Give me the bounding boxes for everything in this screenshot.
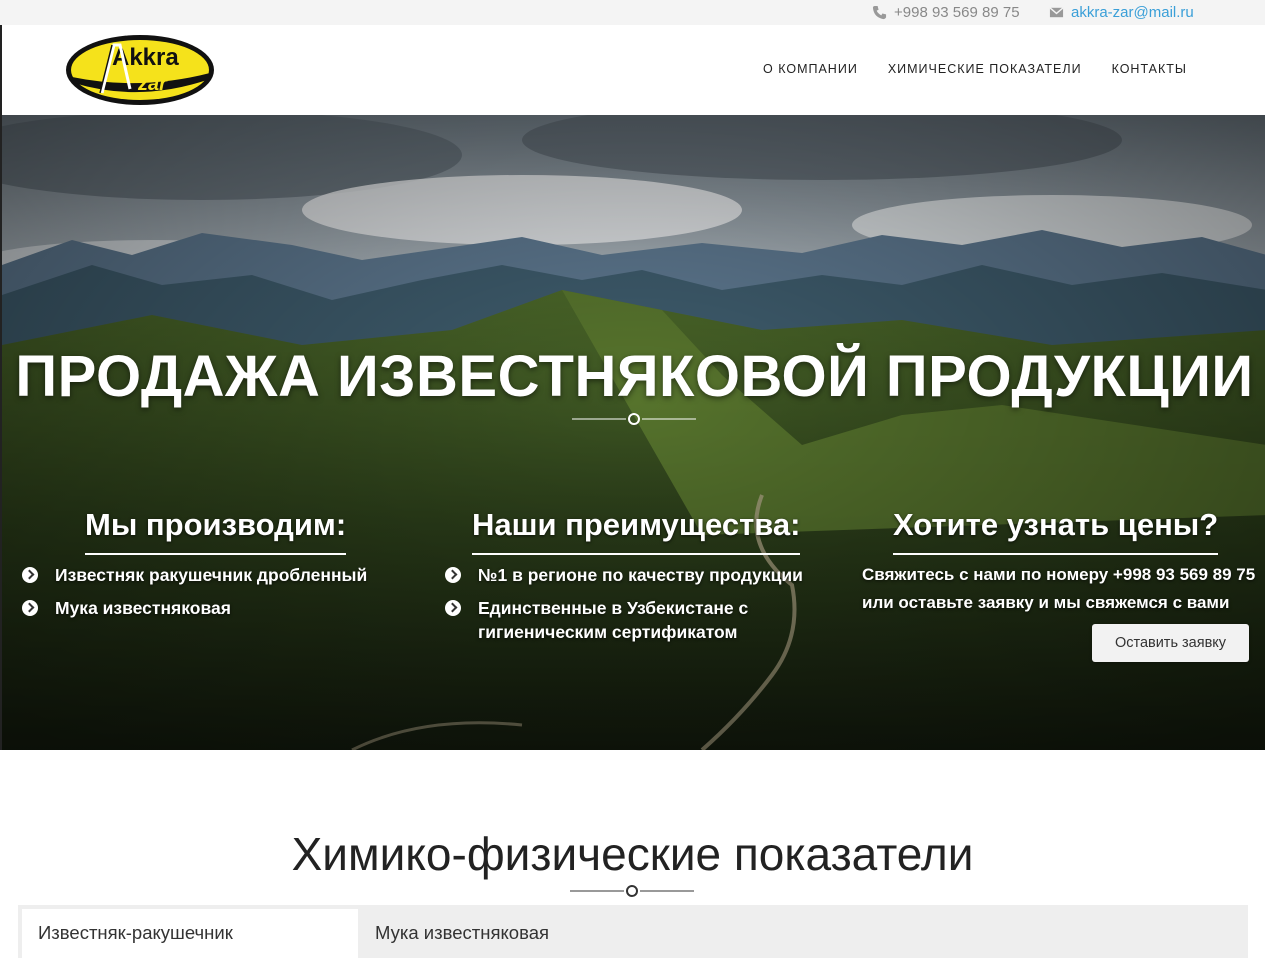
tab-limestone-flour[interactable]: Мука известняковая <box>359 909 565 958</box>
hero-banner: ПРОДАЖА ИЗВЕСТНЯКОВОЙ ПРОДУКЦИИ Мы произ… <box>0 115 1265 750</box>
produce-column: Мы производим: Известняк ракушечник дроб… <box>22 507 402 629</box>
list-item: №1 в регионе по качеству продукции <box>445 563 825 587</box>
chevron-circle-icon <box>445 600 461 616</box>
list-item: Единственные в Узбекистане с гигиеническ… <box>445 596 825 644</box>
hero-title: ПРОДАЖА ИЗВЕСТНЯКОВОЙ ПРОДУКЦИИ <box>15 344 1254 409</box>
logo[interactable]: Akkra zar <box>64 33 216 107</box>
site-header: Akkra zar О компании Химические показате… <box>0 25 1265 115</box>
section-divider <box>570 885 694 897</box>
prices-text: Свяжитесь с нами по номеру +998 93 569 8… <box>862 565 1256 612</box>
prices-heading: Хотите узнать цены? <box>893 507 1219 555</box>
advantages-heading: Наши преимущества: <box>472 507 801 555</box>
top-phone[interactable]: +998 93 569 89 75 <box>872 4 1020 21</box>
nav-chemistry[interactable]: Химические показатели <box>888 62 1082 76</box>
section-title: Химико-физические показатели <box>291 828 974 880</box>
hero-background-image <box>2 115 1265 750</box>
list-item: Известняк ракушечник дробленный <box>22 563 402 587</box>
svg-text:zar: zar <box>137 73 168 95</box>
main-nav: О компании Химические показатели Контакт… <box>763 62 1187 76</box>
nav-about[interactable]: О компании <box>763 62 858 76</box>
advantages-list: №1 в регионе по качеству продукции Единс… <box>445 563 825 644</box>
advantages-column: Наши преимущества: №1 в регионе по качес… <box>445 507 825 653</box>
chevron-circle-icon <box>22 567 38 583</box>
top-bar: +998 93 569 89 75 akkra-zar@mail.ru <box>0 0 1265 25</box>
produce-heading: Мы производим: <box>85 507 347 555</box>
hero-divider <box>572 413 696 425</box>
phone-icon <box>872 5 887 20</box>
nav-contacts[interactable]: Контакты <box>1112 62 1187 76</box>
chevron-circle-icon <box>445 567 461 583</box>
product-tabs: Известняк-ракушечник дробленный Мука изв… <box>18 905 1248 958</box>
envelope-icon <box>1049 7 1064 18</box>
list-item: Мука известняковая <box>22 596 402 620</box>
email-link[interactable]: akkra-zar@mail.ru <box>1071 4 1194 21</box>
tab-crushed-limestone[interactable]: Известняк-ракушечник дробленный <box>22 909 358 958</box>
phone-text: +998 93 569 89 75 <box>894 4 1020 21</box>
request-button[interactable]: Оставить заявку <box>1092 624 1249 662</box>
prices-column: Хотите узнать цены? Свяжитесь с нами по … <box>860 507 1260 617</box>
top-email[interactable]: akkra-zar@mail.ru <box>1049 4 1194 21</box>
chevron-circle-icon <box>22 600 38 616</box>
produce-list: Известняк ракушечник дробленный Мука изв… <box>22 563 402 620</box>
